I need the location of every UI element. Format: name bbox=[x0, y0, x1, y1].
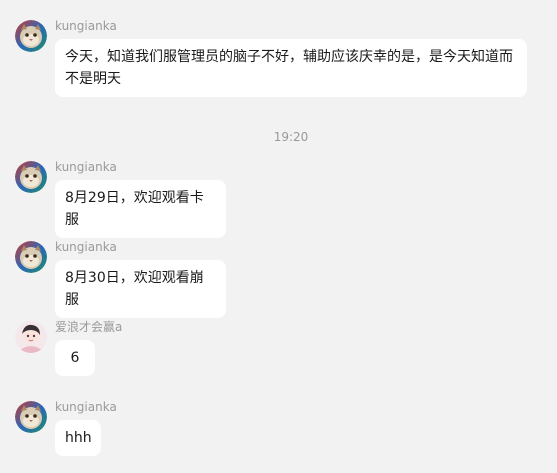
sender-name: kungianka bbox=[55, 400, 117, 414]
anime-girl-avatar-icon[interactable] bbox=[15, 321, 47, 353]
message-item: kungianka 8月29日，欢迎观看卡服 bbox=[15, 160, 545, 238]
cat-avatar-icon[interactable] bbox=[15, 20, 47, 52]
message-item: kungianka 8月30日，欢迎观看崩服 bbox=[15, 240, 545, 318]
message-bubble[interactable]: 6 bbox=[55, 340, 95, 376]
message-item: kungianka hhh bbox=[15, 400, 545, 461]
sender-name: kungianka bbox=[55, 19, 117, 33]
message-bubble[interactable]: 今天，知道我们服管理员的脑子不好，辅助应该庆幸的是，是今天知道而不是明天 bbox=[55, 39, 527, 97]
cat-avatar-icon[interactable] bbox=[15, 161, 47, 193]
sender-name: kungianka bbox=[55, 160, 117, 174]
message-item: 爱浪才会赢a 6 bbox=[15, 320, 545, 381]
timestamp: 19:20 bbox=[273, 130, 309, 144]
message-item: kungianka 今天，知道我们服管理员的脑子不好，辅助应该庆幸的是，是今天知… bbox=[15, 19, 545, 100]
message-bubble[interactable]: 8月29日，欢迎观看卡服 bbox=[55, 180, 226, 238]
message-bubble[interactable]: 8月30日，欢迎观看崩服 bbox=[55, 260, 226, 318]
sender-name: 爱浪才会赢a bbox=[55, 320, 123, 334]
cat-avatar-icon[interactable] bbox=[15, 401, 47, 433]
sender-name: kungianka bbox=[55, 240, 117, 254]
cat-avatar-icon[interactable] bbox=[15, 241, 47, 273]
message-bubble[interactable]: hhh bbox=[55, 420, 101, 456]
chat-history: kungianka 今天，知道我们服管理员的脑子不好，辅助应该庆幸的是，是今天知… bbox=[0, 0, 557, 473]
